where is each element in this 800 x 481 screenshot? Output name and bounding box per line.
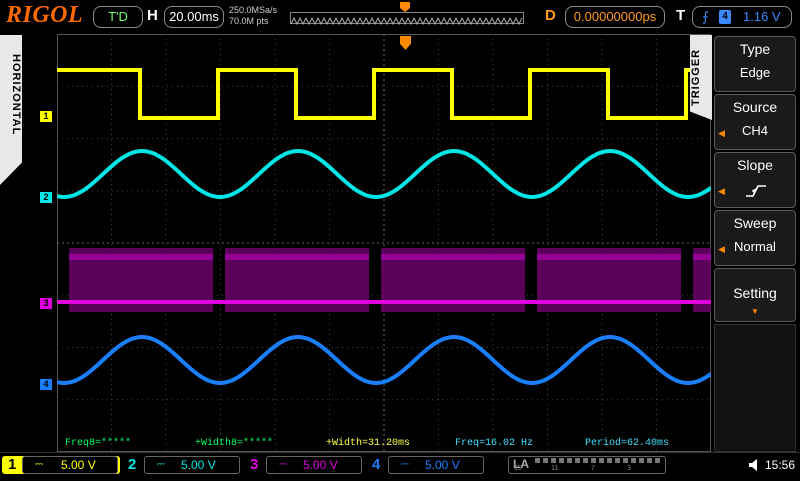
menu-empty-area [714,324,796,452]
la-channel-dot [607,458,612,463]
memory-bar-pattern [290,16,523,26]
menu-source-value: CH4 [741,123,768,138]
ch3-number: 3 [250,456,259,473]
run-status-badge[interactable]: T'D [93,6,143,28]
la-channel-dot [615,458,620,463]
dc-coupling-icon: ⎓ [157,459,165,470]
menu-setting-title: Setting [733,285,777,301]
trigger-level-text: 1.16 V [743,9,781,24]
horizontal-tab-label: HORIZONTAL [10,54,22,136]
ch3-burst-edge [381,254,525,260]
la-channel-dot [575,458,580,463]
ch3-burst-edge [693,254,711,260]
ch3-marker[interactable]: 3 [40,298,52,309]
la-channel-dot [655,458,660,463]
la-channel-indicators [535,458,663,464]
la-channel-dot [639,458,644,463]
measurement-pwidth8: +Width8=***** [195,438,274,449]
measurement-freq: Freq=16.02 Hz [455,438,534,449]
la-tick-3: 3 [627,465,631,472]
menu-trigger-source[interactable]: Source ◀ CH4 [714,94,796,150]
waveforms [57,68,711,385]
sample-rate-text: 250.0MSa/s [229,5,278,15]
down-arrow-icon: ▼ [751,307,759,316]
ch2-marker[interactable]: 2 [40,192,52,203]
ch1-scale-box[interactable]: ⎓ 5.00 V [22,456,118,474]
la-channel-dot [591,458,596,463]
memory-position-bar[interactable] [290,12,524,26]
measurement-pwidth: +Width=31.20ms [326,438,411,449]
measurement-period: Period=62.40ms [585,438,670,449]
menu-trigger-slope[interactable]: Slope ◀ [714,152,796,208]
la-channel-dot [631,458,636,463]
la-channel-dot [535,458,540,463]
ch3-scale: 5.00 V [303,458,338,472]
ch2-scale: 5.00 V [181,458,216,472]
menu-trigger-setting[interactable]: Setting ▼ [714,268,796,322]
timebase-display[interactable]: 20.00ms [164,6,224,28]
trigger-tab-label: TRIGGER [690,48,702,107]
la-channel-dot [559,458,564,463]
menu-type-title: Type [739,41,771,57]
ch3-burst-edge [225,254,369,260]
ch4-number: 4 [372,456,381,473]
ch1-number: 1 [8,456,17,473]
ch3-burst-edge [69,254,213,260]
menu-trigger-sweep[interactable]: Sweep ◀ Normal [714,210,796,266]
trigger-source-badge: 4 [719,10,731,24]
menu-type-value: Edge [739,65,771,80]
speaker-icon[interactable] [748,458,762,472]
menu-trigger-type[interactable]: Type Edge [714,36,796,92]
la-channel-dot [599,458,604,463]
delay-display[interactable]: 0.00000000ps [565,6,665,28]
clock-time: 15:56 [765,458,796,472]
la-channel-dot [623,458,628,463]
rising-edge-icon [746,185,766,197]
ch4-marker[interactable]: 4 [40,379,52,390]
ch1-marker[interactable]: 1 [40,111,52,122]
measurement-freq8: Freq8=***** [65,438,132,449]
left-arrow-icon: ◀ [718,186,725,196]
trigger-summary[interactable]: ⨍ 4 1.16 V [692,6,792,28]
ch3-burst-edge [537,254,681,260]
waveform-display[interactable] [57,34,711,452]
ch4-scale-box[interactable]: ⎓ 5.00 V [388,456,484,474]
trigger-label: T [676,7,686,24]
graticule [57,34,711,452]
la-channel-dot [551,458,556,463]
memory-depth-text: 70.0M pts [229,16,269,26]
menu-source-title: Source [732,99,778,115]
la-channel-dot [583,458,588,463]
menu-sweep-value: Normal [734,239,776,254]
la-tick-7: 7 [591,465,595,472]
la-tick-11: 11 [551,465,559,472]
la-channel-dot [543,458,548,463]
dc-coupling-icon: ⎓ [401,459,409,470]
ch1-scale: 5.00 V [61,458,96,472]
ch2-number: 2 [128,456,137,473]
ch2-scale-box[interactable]: ⎓ 5.00 V [144,456,240,474]
ch4-scale: 5.00 V [425,458,460,472]
dc-coupling-icon: ⎓ [279,459,287,470]
horizontal-label: H [147,7,158,24]
la-tick-15: 15 [514,465,522,472]
sample-info: 250.0MSa/s 70.0M pts [229,5,277,27]
delay-label: D [545,7,556,24]
dc-coupling-icon: ⎓ [35,459,43,470]
ch3-scale-box[interactable]: ⎓ 5.00 V [266,456,362,474]
menu-slope-title: Slope [737,157,773,173]
la-channel-dot [647,458,652,463]
menu-sweep-title: Sweep [733,215,777,231]
rigol-logo: RIGOL [6,2,84,28]
la-channel-dot [567,458,572,463]
rising-edge-icon: ⨍ [702,9,709,24]
waveform-canvas [57,34,711,452]
